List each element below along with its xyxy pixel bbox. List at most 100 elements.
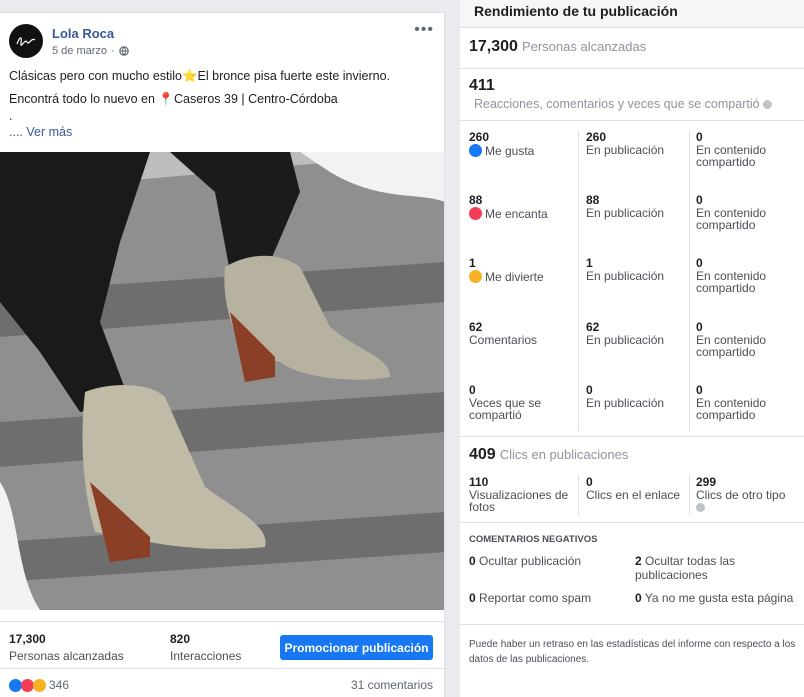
breakdown-row-comments: 62 Comentarios: [469, 321, 537, 346]
engagement-number: 411: [469, 77, 495, 94]
link-clicks: 0 Clics en el enlace: [586, 476, 680, 501]
shares-shared: 0: [696, 383, 703, 397]
reaction-count: 346: [49, 678, 70, 692]
link-clicks-label: Clics en el enlace: [586, 488, 681, 502]
reach-box: 17,300 Personas alcanzadas: [460, 27, 804, 68]
post-text-line: .: [9, 109, 13, 123]
other-clicks-number: 299: [696, 475, 717, 489]
hide-all-label: Ocultar todas las publicaciones: [635, 554, 736, 582]
panel-title: Rendimiento de tu publicación: [474, 3, 678, 19]
shared-label: En contenido compartido: [696, 143, 767, 169]
post-text: Clásicas pero con mucho estilo⭐El bronce…: [0, 65, 444, 144]
comments-on-post: 62: [586, 320, 600, 334]
post-meta: 5 de marzo ·: [52, 45, 129, 57]
post-text-line: Encontrá todo lo nuevo en 📍Caseros 39 | …: [9, 92, 338, 106]
negative-feedback-box: COMENTARIOS NEGATIVOS 0 Ocultar publicac…: [460, 522, 804, 624]
reaction-summary[interactable]: 346: [9, 678, 69, 692]
link-clicks-number: 0: [586, 475, 593, 489]
love-shared: 0: [696, 193, 703, 207]
haha-icon: [33, 678, 46, 692]
post-card: Lola Roca 5 de marzo · ••• Clásicas pero…: [0, 12, 445, 697]
perf-reach-number: 17,300: [469, 38, 518, 55]
hide-post-stat: 0 Ocultar publicación: [469, 554, 581, 568]
shares-label: Veces que se compartió: [469, 396, 542, 422]
shares-total: 0: [469, 383, 476, 397]
post-performance-panel: Rendimiento de tu publicación 17,300 Per…: [460, 0, 804, 697]
like-icon: [469, 144, 482, 157]
reactions-row: 346 31 comentarios: [0, 668, 444, 697]
hide-all-number: 2: [635, 554, 642, 568]
likes-on-post: 260: [586, 130, 607, 144]
comments-link[interactable]: 31 comentarios: [351, 678, 433, 692]
photo-views: 110 Visualizaciones de fotos: [469, 476, 577, 513]
haha-on-post: 1: [586, 256, 593, 270]
haha-total: 1: [469, 256, 476, 270]
globe-icon: [118, 46, 129, 56]
avatar[interactable]: [9, 24, 43, 58]
reach-number: 17,300: [9, 632, 46, 646]
clicks-box: 409 Clics en publicaciones 110 Visualizac…: [460, 436, 804, 522]
photo-views-number: 110: [469, 475, 489, 489]
promote-post-button[interactable]: Promocionar publicación: [280, 635, 433, 660]
shared-label: En contenido compartido: [696, 396, 767, 422]
interactions-number: 820: [170, 632, 191, 646]
negative-title: COMENTARIOS NEGATIVOS: [469, 534, 598, 545]
likes-label: Me gusta: [485, 144, 535, 158]
breakdown-row-shares: 0 Veces que se compartió: [469, 384, 574, 421]
reactions-breakdown: 260 Me gusta 260 En publicación 0 En conte…: [460, 120, 804, 436]
interactions-label: Interacciones: [170, 649, 242, 663]
shares-on-post: 0: [586, 383, 593, 397]
shared-label: En contenido compartido: [696, 206, 767, 232]
other-clicks-label: Clics de otro tipo: [696, 488, 786, 502]
on-post-label: En publicación: [586, 333, 665, 347]
boots-photo: [0, 152, 444, 610]
reach-label: Personas alcanzadas: [9, 649, 124, 663]
post-image[interactable]: [0, 152, 444, 610]
likes-shared: 0: [696, 130, 703, 144]
post-header: Lola Roca 5 de marzo · •••: [0, 13, 444, 65]
footnote-box: Puede haber un retraso en las estadístic…: [460, 624, 804, 697]
haha-icon: [469, 270, 482, 283]
love-icon: [469, 207, 482, 220]
post-date[interactable]: 5 de marzo: [52, 45, 107, 57]
shared-label: En contenido compartido: [696, 333, 767, 359]
engagement-label: Reacciones, comentarios y veces que se c…: [474, 97, 760, 111]
report-spam-stat: 0 Reportar como spam: [469, 591, 591, 605]
engagement-box: 411 Reacciones, comentarios y veces que …: [460, 68, 804, 120]
clicks-label: Clics en publicaciones: [499, 447, 629, 462]
report-spam-number: 0: [469, 591, 476, 605]
hide-post-label: Ocultar publicación: [479, 554, 582, 568]
see-more-link[interactable]: .... Ver más: [9, 121, 435, 144]
breakdown-row-haha: 1 Me divierte: [469, 257, 544, 283]
unlike-page-stat: 0 Ya no me gusta esta página: [635, 591, 795, 605]
likes-total: 260: [469, 130, 490, 144]
other-clicks: 299 Clics de otro tipo: [696, 476, 785, 514]
footnote: Puede haber un retraso en las estadístic…: [469, 639, 796, 665]
on-post-label: En publicación: [586, 396, 665, 410]
unlike-page-label: Ya no me gusta esta página: [644, 591, 794, 605]
on-post-label: En publicación: [586, 206, 665, 220]
post-text-line: Clásicas pero con mucho estilo⭐El bronce…: [9, 69, 391, 83]
info-icon[interactable]: [696, 503, 705, 512]
love-total: 88: [469, 193, 483, 207]
breakdown-row-likes: 260 Me gusta: [469, 131, 534, 157]
post-author[interactable]: Lola Roca: [52, 26, 114, 41]
clicks-number: 409: [469, 446, 496, 463]
comments-total: 62: [469, 320, 483, 334]
meta-separator: ·: [111, 45, 115, 57]
info-icon[interactable]: [763, 100, 773, 109]
love-on-post: 88: [586, 193, 600, 207]
haha-label: Me divierte: [485, 270, 544, 284]
more-options-button[interactable]: •••: [414, 21, 434, 39]
report-spam-label: Reportar como spam: [479, 591, 592, 605]
on-post-label: En publicación: [586, 143, 665, 157]
shared-label: En contenido compartido: [696, 269, 767, 295]
photo-views-label: Visualizaciones de fotos: [469, 488, 569, 514]
comments-shared: 0: [696, 320, 703, 334]
comments-label: Comentarios: [469, 333, 538, 347]
love-label: Me encanta: [485, 207, 548, 221]
breakdown-row-love: 88 Me encanta: [469, 194, 548, 220]
signature-logo-icon: [16, 37, 36, 46]
hide-post-number: 0: [469, 554, 476, 568]
on-post-label: En publicación: [586, 269, 665, 283]
